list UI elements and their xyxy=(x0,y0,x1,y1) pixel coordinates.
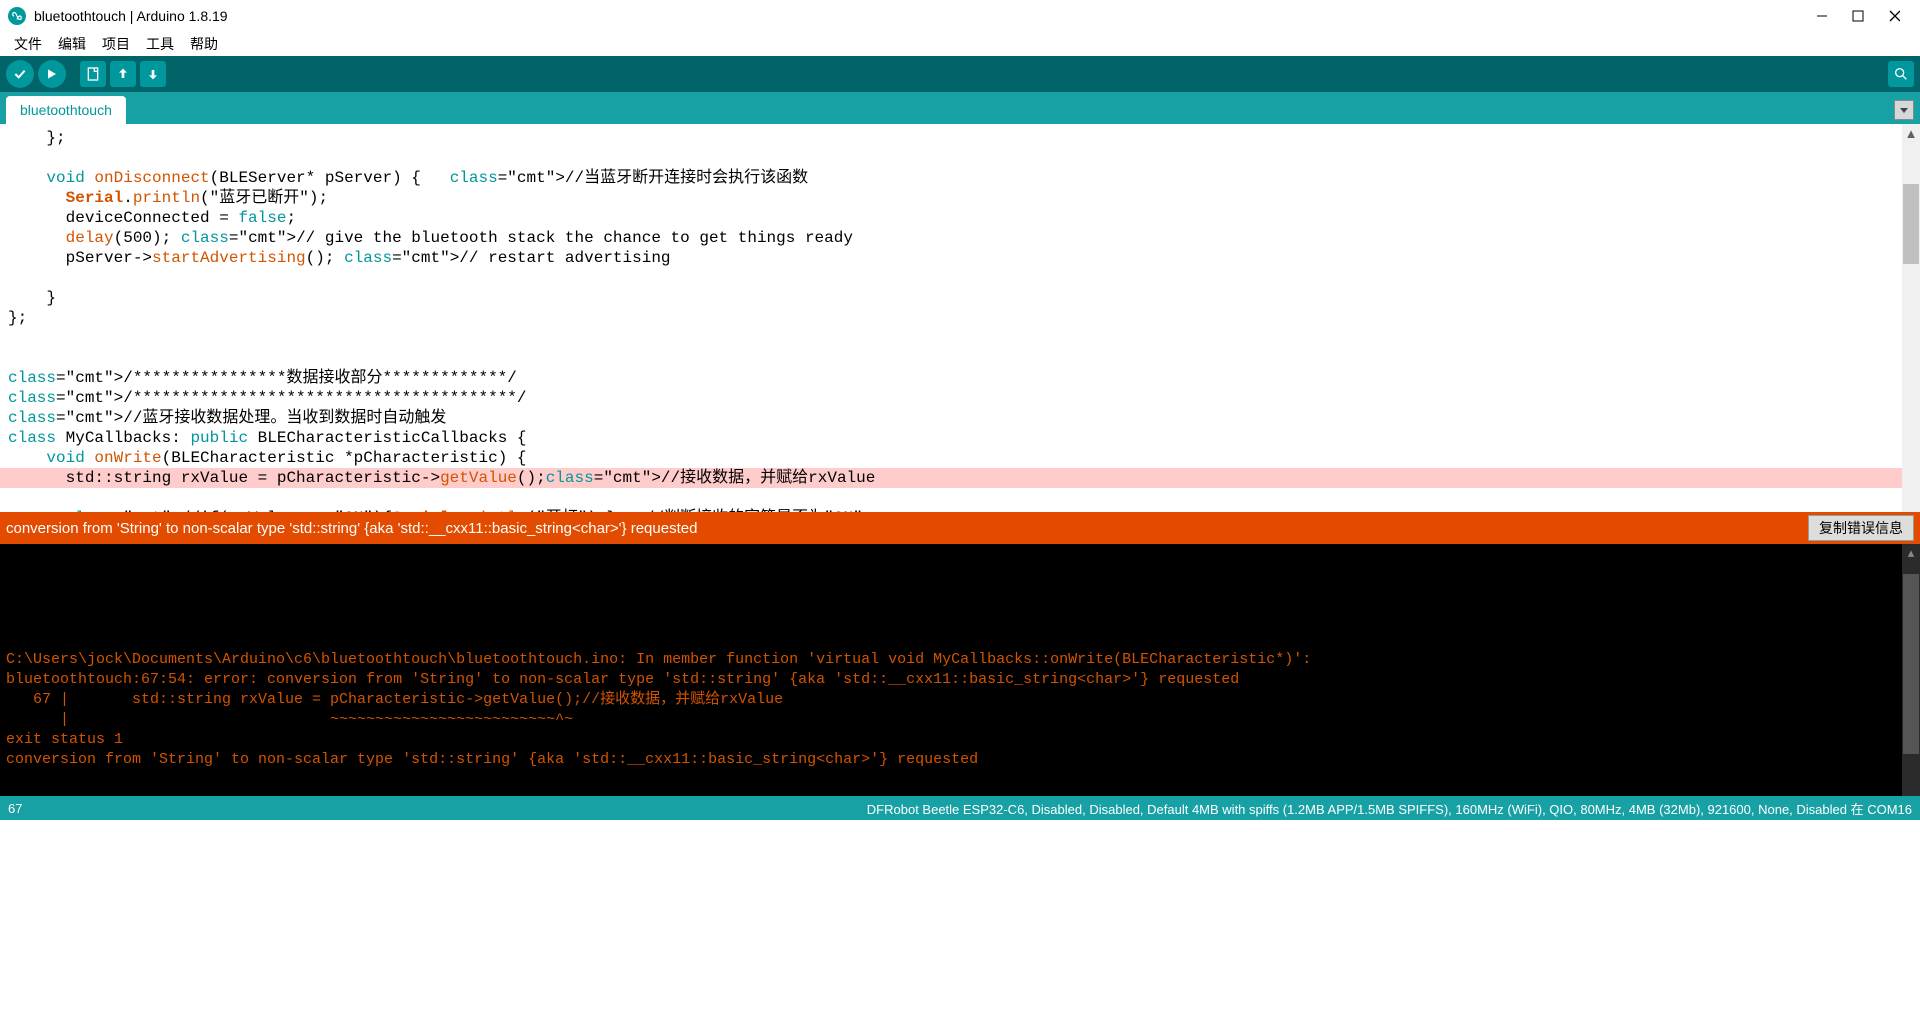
status-line-number: 67 xyxy=(8,801,22,816)
menubar: 文件 编辑 项目 工具 帮助 xyxy=(0,32,1920,56)
scroll-up-button[interactable]: ▲ xyxy=(1902,124,1920,142)
tab-sketch[interactable]: bluetoothtouch xyxy=(6,96,126,124)
console[interactable]: C:\Users\jock\Documents\Arduino\c6\bluet… xyxy=(0,544,1920,796)
code-editor[interactable]: }; void onDisconnect(BLEServer* pServer)… xyxy=(0,124,1920,512)
open-button[interactable] xyxy=(110,61,136,87)
copy-error-button[interactable]: 复制错误信息 xyxy=(1808,515,1914,541)
new-button[interactable] xyxy=(80,61,106,87)
statusbar: 67 DFRobot Beetle ESP32-C6, Disabled, Di… xyxy=(0,796,1920,820)
console-scrollbar[interactable]: ▴ xyxy=(1902,544,1920,796)
save-button[interactable] xyxy=(140,61,166,87)
upload-button[interactable] xyxy=(38,60,66,88)
editor-scrollbar[interactable]: ▲ xyxy=(1902,124,1920,512)
window-title: bluetoothtouch | Arduino 1.8.19 xyxy=(34,8,228,24)
console-scroll-thumb[interactable] xyxy=(1903,574,1919,754)
toolbar xyxy=(0,56,1920,92)
titlebar: bluetoothtouch | Arduino 1.8.19 xyxy=(0,0,1920,32)
minimize-button[interactable] xyxy=(1816,10,1828,22)
tabbar: bluetoothtouch xyxy=(0,92,1920,124)
verify-button[interactable] xyxy=(6,60,34,88)
menu-edit[interactable]: 编辑 xyxy=(50,32,94,56)
error-bar: conversion from 'String' to non-scalar t… xyxy=(0,512,1920,544)
close-button[interactable] xyxy=(1888,10,1900,22)
error-message: conversion from 'String' to non-scalar t… xyxy=(6,520,697,537)
scroll-thumb[interactable] xyxy=(1903,184,1919,264)
tab-menu-button[interactable] xyxy=(1894,100,1914,120)
maximize-button[interactable] xyxy=(1852,10,1864,22)
serial-monitor-button[interactable] xyxy=(1888,61,1914,87)
menu-help[interactable]: 帮助 xyxy=(182,32,226,56)
console-scroll-up[interactable]: ▴ xyxy=(1902,544,1920,562)
menu-file[interactable]: 文件 xyxy=(6,32,50,56)
arduino-icon xyxy=(8,7,26,25)
menu-tools[interactable]: 工具 xyxy=(138,32,182,56)
status-board-info: DFRobot Beetle ESP32-C6, Disabled, Disab… xyxy=(867,799,1912,818)
menu-sketch[interactable]: 项目 xyxy=(94,32,138,56)
